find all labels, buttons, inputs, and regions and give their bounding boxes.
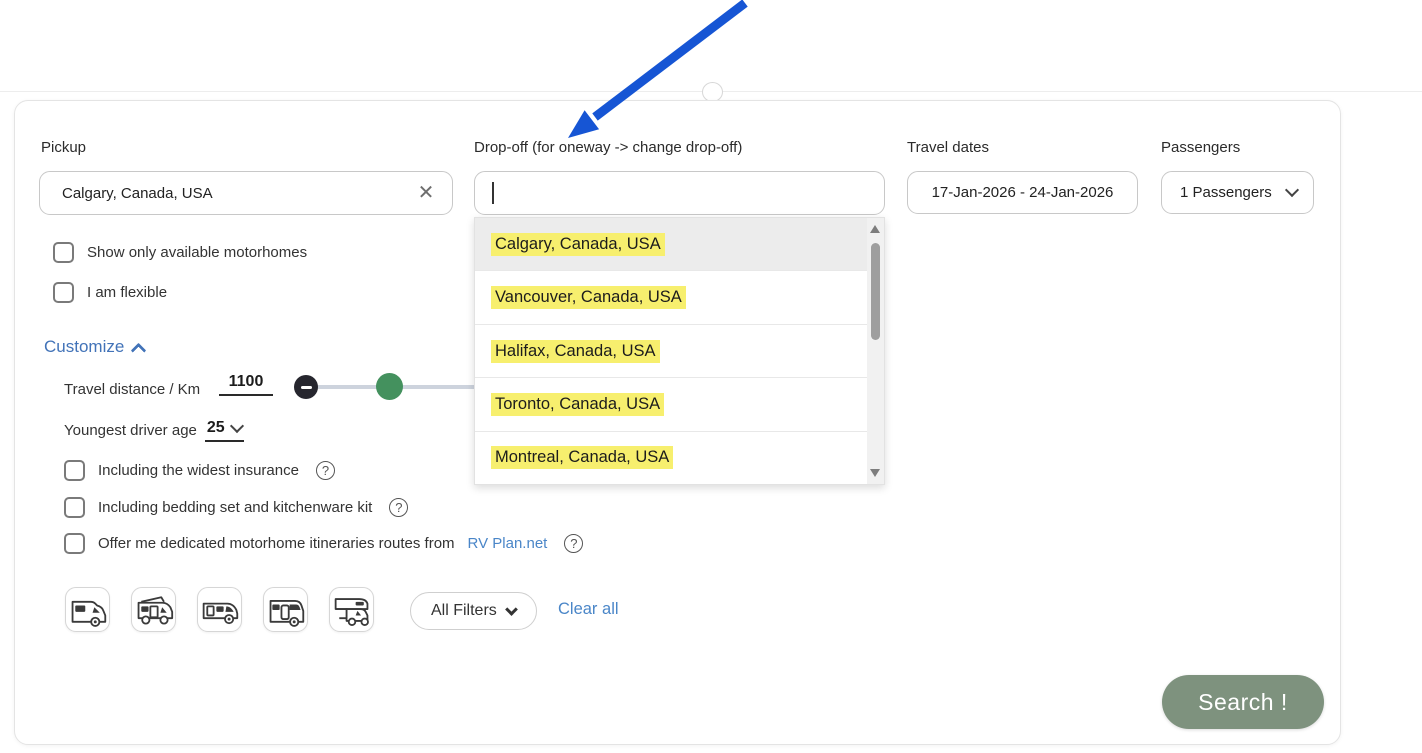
travel-distance-value[interactable]: 1100 bbox=[219, 373, 273, 396]
vehicle-type-integrated-motorhome-icon[interactable] bbox=[263, 587, 308, 632]
pickup-label: Pickup bbox=[41, 139, 86, 156]
dropoff-input[interactable] bbox=[474, 171, 885, 215]
vehicle-type-semi-integrated-campervan-icon[interactable] bbox=[197, 587, 242, 632]
flexible-checkbox[interactable] bbox=[53, 282, 74, 303]
bedding-label: Including bedding set and kitchenware ki… bbox=[98, 499, 372, 516]
rv-search-page: Pickup Calgary, Canada, USA ✕ Drop-off (… bbox=[0, 0, 1422, 753]
scroll-up-icon[interactable] bbox=[870, 225, 880, 233]
distance-slider-knob[interactable] bbox=[376, 373, 403, 400]
passengers-label: Passengers bbox=[1161, 139, 1240, 156]
clear-all-link[interactable]: Clear all bbox=[558, 600, 619, 619]
hidden-help-icon bbox=[702, 82, 723, 102]
help-icon[interactable]: ? bbox=[389, 498, 408, 517]
driver-age-label: Youngest driver age bbox=[64, 422, 197, 439]
dropoff-label: Drop-off (for oneway -> change drop-off) bbox=[474, 139, 742, 156]
scroll-down-icon[interactable] bbox=[870, 469, 880, 477]
dropoff-option-halifax[interactable]: Halifax, Canada, USA bbox=[475, 325, 867, 378]
flexible-label: I am flexible bbox=[87, 284, 167, 301]
vehicle-type-filters bbox=[65, 587, 374, 632]
show-available-checkbox[interactable] bbox=[53, 242, 74, 263]
text-cursor bbox=[492, 182, 494, 204]
vehicle-type-alcove-motorhome-icon[interactable] bbox=[65, 587, 110, 632]
bedding-checkbox[interactable] bbox=[64, 497, 85, 518]
chevron-down-icon bbox=[505, 603, 518, 616]
search-panel: Pickup Calgary, Canada, USA ✕ Drop-off (… bbox=[14, 100, 1341, 745]
chevron-up-icon bbox=[131, 342, 147, 358]
scrollbar-thumb[interactable] bbox=[871, 243, 880, 340]
dropoff-suggestions-dropdown: Calgary, Canada, USA Vancouver, Canada, … bbox=[474, 217, 885, 485]
help-icon[interactable]: ? bbox=[316, 461, 335, 480]
travel-distance-label: Travel distance / Km bbox=[64, 381, 200, 398]
vehicle-type-pop-top-campervan-icon[interactable] bbox=[131, 587, 176, 632]
travel-dates-value: 17-Jan-2026 - 24-Jan-2026 bbox=[932, 184, 1114, 201]
pickup-value: Calgary, Canada, USA bbox=[62, 185, 213, 202]
show-available-label: Show only available motorhomes bbox=[87, 244, 307, 261]
driver-age-select[interactable]: 25 bbox=[205, 419, 244, 442]
show-available-row: Show only available motorhomes bbox=[53, 242, 307, 263]
itineraries-row: Offer me dedicated motorhome itineraries… bbox=[64, 533, 583, 554]
help-icon[interactable]: ? bbox=[564, 534, 583, 553]
search-button[interactable]: Search ! bbox=[1162, 675, 1324, 729]
flexible-row: I am flexible bbox=[53, 282, 167, 303]
dropoff-option-montreal[interactable]: Montreal, Canada, USA bbox=[475, 432, 867, 484]
itineraries-checkbox[interactable] bbox=[64, 533, 85, 554]
dropoff-option-vancouver[interactable]: Vancouver, Canada, USA bbox=[475, 271, 867, 324]
dropdown-scrollbar[interactable] bbox=[867, 218, 884, 484]
chevron-down-icon bbox=[230, 419, 244, 433]
customize-label: Customize bbox=[44, 337, 124, 357]
passengers-value: 1 Passengers bbox=[1180, 184, 1272, 201]
travel-dates-label: Travel dates bbox=[907, 139, 989, 156]
travel-dates-input[interactable]: 17-Jan-2026 - 24-Jan-2026 bbox=[907, 171, 1138, 214]
pickup-input[interactable]: Calgary, Canada, USA ✕ bbox=[39, 171, 453, 215]
all-filters-label: All Filters bbox=[431, 602, 497, 620]
customize-toggle[interactable]: Customize bbox=[44, 337, 144, 357]
vehicle-type-truck-camper-icon[interactable] bbox=[329, 587, 374, 632]
passengers-select[interactable]: 1 Passengers bbox=[1161, 171, 1314, 214]
dropoff-options-list: Calgary, Canada, USA Vancouver, Canada, … bbox=[475, 218, 867, 484]
driver-age-row: Youngest driver age 25 bbox=[64, 419, 244, 442]
distance-minus-button[interactable] bbox=[294, 375, 318, 399]
clear-pickup-icon[interactable]: ✕ bbox=[416, 183, 436, 203]
insurance-row: Including the widest insurance ? bbox=[64, 460, 335, 481]
chevron-down-icon bbox=[1285, 183, 1299, 197]
insurance-checkbox[interactable] bbox=[64, 460, 85, 481]
all-filters-button[interactable]: All Filters bbox=[410, 592, 537, 630]
dropoff-option-toronto[interactable]: Toronto, Canada, USA bbox=[475, 378, 867, 431]
dropoff-option-calgary[interactable]: Calgary, Canada, USA bbox=[475, 218, 867, 271]
bedding-row: Including bedding set and kitchenware ki… bbox=[64, 497, 408, 518]
itineraries-label: Offer me dedicated motorhome itineraries… bbox=[98, 535, 455, 552]
rv-plan-link[interactable]: RV Plan.net bbox=[468, 535, 548, 552]
insurance-label: Including the widest insurance bbox=[98, 462, 299, 479]
